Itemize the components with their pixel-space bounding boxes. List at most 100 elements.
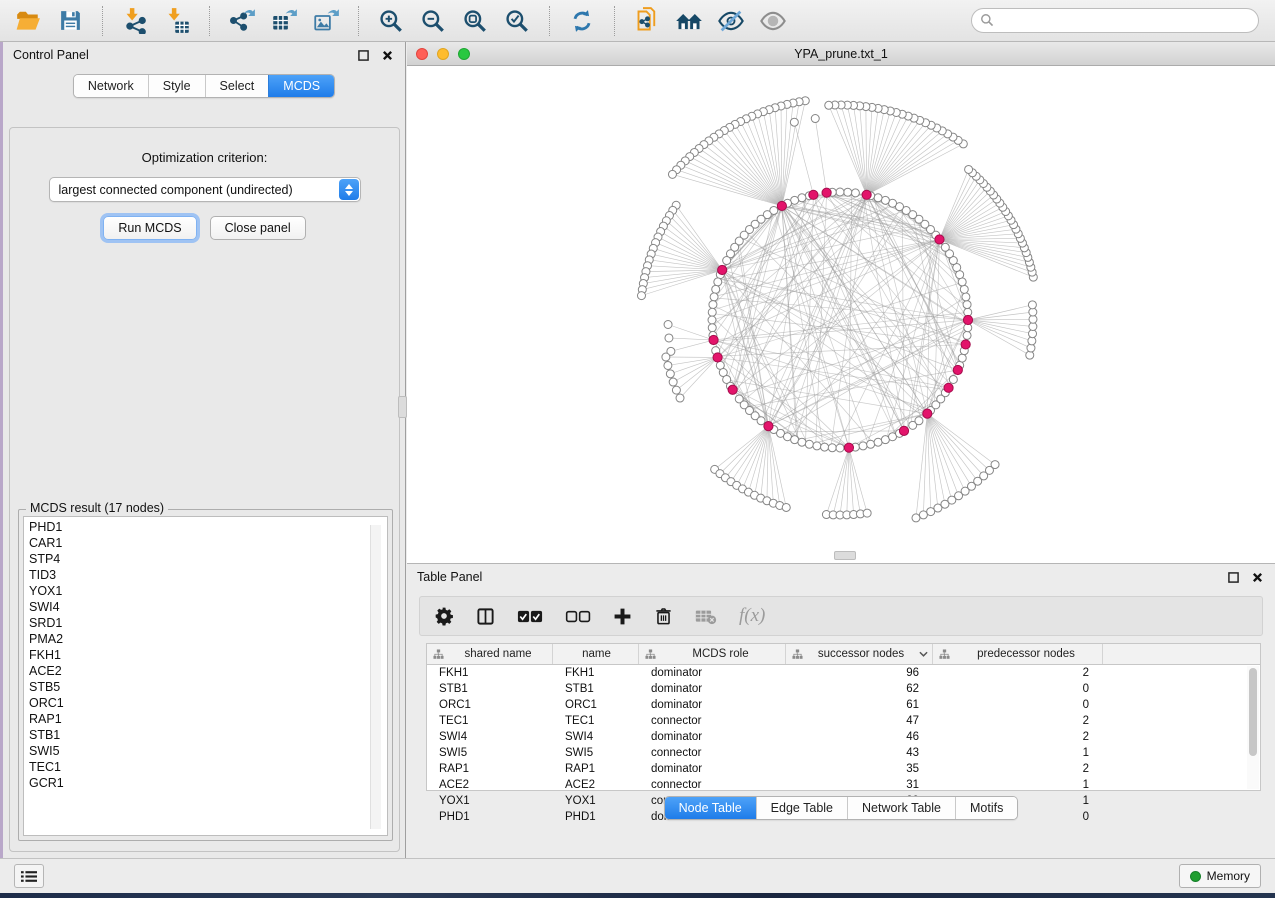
table-cell[interactable]: 2 <box>933 761 1103 777</box>
table-cell[interactable]: 2 <box>933 665 1103 681</box>
column-header-shared-name[interactable]: shared name <box>427 644 553 664</box>
column-header-predecessor-nodes[interactable]: predecessor nodes <box>933 644 1103 664</box>
task-history-button[interactable] <box>14 864 44 888</box>
table-row[interactable]: FKH1FKH1dominator962 <box>427 665 1260 681</box>
table-cell[interactable]: 96 <box>786 665 933 681</box>
table-cell[interactable]: RAP1 <box>553 761 639 777</box>
tab-select[interactable]: Select <box>205 75 269 97</box>
table-cell[interactable]: ACE2 <box>553 777 639 793</box>
mcds-result-item[interactable]: GCR1 <box>29 775 387 791</box>
table-cell[interactable]: TEC1 <box>553 713 639 729</box>
table-cell[interactable]: ACE2 <box>427 777 553 793</box>
table-cell[interactable]: 0 <box>933 681 1103 697</box>
zoom-out-icon[interactable] <box>415 4 451 38</box>
table-cell[interactable]: 1 <box>933 745 1103 761</box>
mcds-result-item[interactable]: STP4 <box>29 551 387 567</box>
search-input[interactable] <box>971 8 1259 33</box>
split-columns-icon[interactable] <box>476 607 495 626</box>
table-cell[interactable]: connector <box>639 745 786 761</box>
tab-edge-table[interactable]: Edge Table <box>756 797 847 819</box>
table-cell[interactable]: 61 <box>786 697 933 713</box>
run-mcds-button[interactable]: Run MCDS <box>103 216 196 240</box>
delete-column-icon[interactable] <box>654 607 673 626</box>
table-cell[interactable]: SWI5 <box>553 745 639 761</box>
network-canvas[interactable] <box>407 66 1275 563</box>
import-network-icon[interactable] <box>117 4 153 38</box>
table-cell[interactable]: 46 <box>786 729 933 745</box>
optimization-criterion-select[interactable]: largest connected component (undirected) <box>49 177 361 202</box>
mcds-result-item[interactable]: RAP1 <box>29 711 387 727</box>
table-scrollbar-thumb[interactable] <box>1249 668 1257 756</box>
open-folder-icon[interactable] <box>10 4 46 38</box>
table-scrollbar[interactable] <box>1247 666 1259 789</box>
float-panel-icon[interactable] <box>1225 569 1241 585</box>
horizontal-splitter-grip[interactable] <box>834 551 856 560</box>
mcds-result-item[interactable]: TEC1 <box>29 759 387 775</box>
zoom-fit-icon[interactable] <box>457 4 493 38</box>
table-cell[interactable]: dominator <box>639 681 786 697</box>
table-row[interactable]: ACE2ACE2connector311 <box>427 777 1260 793</box>
table-cell[interactable]: 31 <box>786 777 933 793</box>
mcds-result-item[interactable]: STB5 <box>29 679 387 695</box>
table-cell[interactable]: RAP1 <box>427 761 553 777</box>
table-cell[interactable]: 1 <box>933 777 1103 793</box>
tab-node-table[interactable]: Node Table <box>665 797 756 819</box>
import-table-icon[interactable] <box>159 4 195 38</box>
table-cell[interactable]: connector <box>639 713 786 729</box>
refresh-layout-icon[interactable] <box>564 4 600 38</box>
gear-icon[interactable] <box>434 606 454 626</box>
float-panel-icon[interactable] <box>355 47 371 63</box>
home-pair-icon[interactable] <box>671 4 707 38</box>
export-image-icon[interactable] <box>308 4 344 38</box>
table-cell[interactable]: dominator <box>639 665 786 681</box>
vertical-splitter-grip[interactable] <box>398 396 407 418</box>
hide-details-icon[interactable] <box>713 4 749 38</box>
export-network-icon[interactable] <box>224 4 260 38</box>
table-cell[interactable]: 0 <box>933 697 1103 713</box>
share-session-icon[interactable] <box>629 4 665 38</box>
mcds-result-item[interactable]: PHD1 <box>29 519 387 535</box>
mcds-result-item[interactable]: SWI5 <box>29 743 387 759</box>
mcds-result-item[interactable]: ACE2 <box>29 663 387 679</box>
table-cell[interactable]: dominator <box>639 761 786 777</box>
table-cell[interactable]: 2 <box>933 713 1103 729</box>
close-panel-icon[interactable] <box>1249 569 1265 585</box>
mcds-result-item[interactable]: SWI4 <box>29 599 387 615</box>
table-row[interactable]: STB1STB1dominator620 <box>427 681 1260 697</box>
table-row[interactable]: RAP1RAP1dominator352 <box>427 761 1260 777</box>
column-header-mcds-role[interactable]: MCDS role <box>639 644 786 664</box>
table-cell[interactable]: FKH1 <box>427 665 553 681</box>
export-table-icon[interactable] <box>266 4 302 38</box>
memory-button[interactable]: Memory <box>1179 864 1261 888</box>
table-cell[interactable]: 62 <box>786 681 933 697</box>
tab-motifs[interactable]: Motifs <box>955 797 1017 819</box>
table-cell[interactable]: 47 <box>786 713 933 729</box>
tab-network-table[interactable]: Network Table <box>847 797 955 819</box>
table-row[interactable]: TEC1TEC1connector472 <box>427 713 1260 729</box>
mcds-result-item[interactable]: PMA2 <box>29 631 387 647</box>
table-cell[interactable]: 43 <box>786 745 933 761</box>
mcds-result-item[interactable]: CAR1 <box>29 535 387 551</box>
column-header-successor-nodes[interactable]: successor nodes <box>786 644 933 664</box>
mcds-result-item[interactable]: FKH1 <box>29 647 387 663</box>
table-row[interactable]: SWI4SWI4dominator462 <box>427 729 1260 745</box>
table-cell[interactable]: STB1 <box>427 681 553 697</box>
tab-network[interactable]: Network <box>74 75 148 97</box>
mcds-result-item[interactable]: ORC1 <box>29 695 387 711</box>
column-header-name[interactable]: name <box>553 644 639 664</box>
select-all-icon[interactable] <box>517 610 543 623</box>
table-cell[interactable]: dominator <box>639 697 786 713</box>
mcds-result-item[interactable]: YOX1 <box>29 583 387 599</box>
mcds-result-item[interactable]: STB1 <box>29 727 387 743</box>
table-cell[interactable]: SWI4 <box>553 729 639 745</box>
tab-mcds[interactable]: MCDS <box>268 75 334 97</box>
show-details-icon[interactable] <box>755 4 791 38</box>
close-panel-icon[interactable] <box>379 47 395 63</box>
table-cell[interactable]: connector <box>639 777 786 793</box>
tab-style[interactable]: Style <box>148 75 205 97</box>
table-cell[interactable]: SWI5 <box>427 745 553 761</box>
table-cell[interactable]: 35 <box>786 761 933 777</box>
mcds-result-item[interactable]: TID3 <box>29 567 387 583</box>
table-cell[interactable]: FKH1 <box>553 665 639 681</box>
table-cell[interactable]: ORC1 <box>553 697 639 713</box>
